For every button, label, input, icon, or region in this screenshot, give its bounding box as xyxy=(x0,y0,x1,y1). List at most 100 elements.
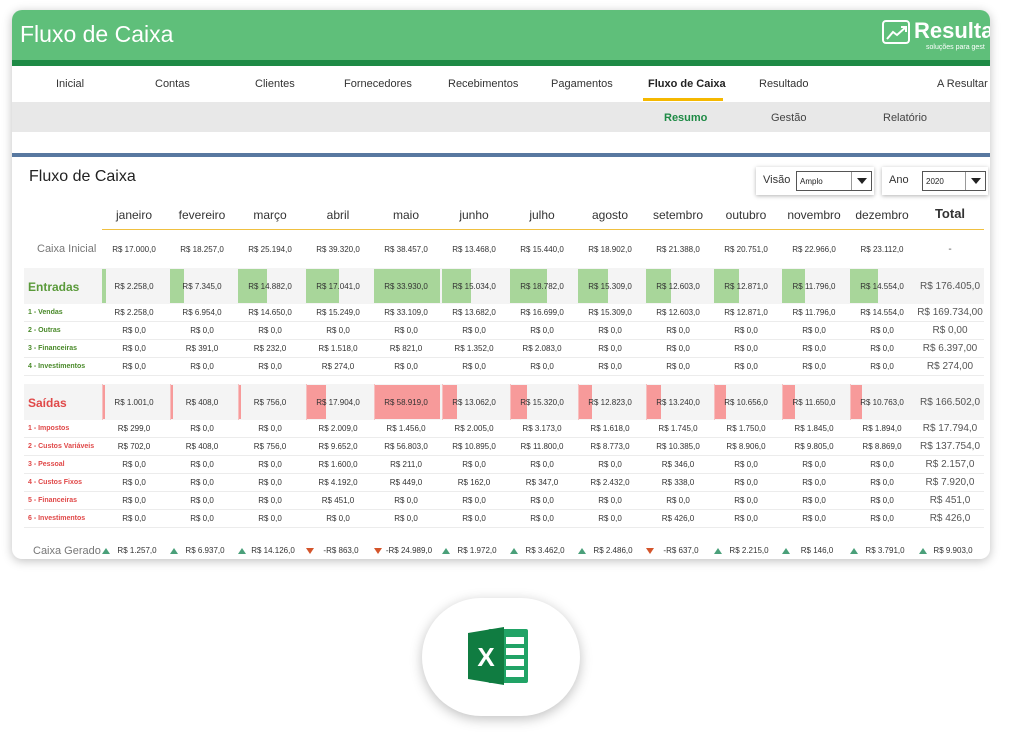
saidas-row-cell: R$ 0,0 xyxy=(802,460,826,469)
app-window: Fluxo de Caixa Resulta soluções para ges… xyxy=(12,10,990,559)
saidas-row-cell: R$ 0,0 xyxy=(258,496,282,505)
visao-label: Visão xyxy=(763,174,791,186)
nav-clientes[interactable]: Clientes xyxy=(255,78,295,90)
entradas-total: R$ 176.405,0 xyxy=(919,281,981,292)
nav-resultado[interactable]: Resultado xyxy=(759,78,809,90)
saidas-row-cell: R$ 1.750,0 xyxy=(726,424,766,433)
visao-select[interactable]: Amplo xyxy=(796,171,872,191)
caixa-inicial-label: Caixa Inicial xyxy=(37,243,97,255)
ano-select[interactable]: 2020 xyxy=(922,171,986,191)
saidas-row-cell: R$ 9.652,0 xyxy=(318,442,358,451)
saidas-value: R$ 17.904,0 xyxy=(316,398,360,407)
saidas-row-total: R$ 2.157,0 xyxy=(925,459,975,470)
main-nav: Inicial Contas Clientes Fornecedores Recebim… xyxy=(12,66,990,102)
entradas-row-cell: R$ 0,0 xyxy=(802,344,826,353)
saidas-row-cell: R$ 347,0 xyxy=(525,478,559,487)
entradas-row-cell: R$ 0,0 xyxy=(258,362,282,371)
saidas-value: R$ 756,0 xyxy=(253,398,287,407)
saidas-value: R$ 1.001,0 xyxy=(114,398,154,407)
app-title: Fluxo de Caixa xyxy=(20,21,174,47)
saidas-row-cell: R$ 0,0 xyxy=(122,496,146,505)
saidas-row-label: 2 - Custos Variáveis xyxy=(28,443,95,450)
saidas-value: R$ 12.823,0 xyxy=(588,398,632,407)
caixa-inicial-cell: R$ 22.966,0 xyxy=(792,245,836,254)
entradas-row-cell: R$ 15.249,0 xyxy=(316,308,360,317)
saidas-row-cell: R$ 338,0 xyxy=(661,478,695,487)
entradas-value: R$ 14.554,0 xyxy=(860,282,904,291)
sub-nav: Resumo Gestão Relatório xyxy=(12,102,990,132)
section-divider xyxy=(12,153,990,157)
month-header-junho: junho xyxy=(459,208,489,222)
month-header-outubro: outubro xyxy=(725,208,767,222)
chevron-down-icon[interactable] xyxy=(851,172,871,190)
subnav-relatorio[interactable]: Relatório xyxy=(883,112,927,124)
nav-inicial[interactable]: Inicial xyxy=(56,78,84,90)
entradas-row-label: 2 - Outras xyxy=(28,327,61,334)
saidas-row-cell: R$ 0,0 xyxy=(870,514,894,523)
entradas-value: R$ 17.041,0 xyxy=(316,282,360,291)
saidas-row-cell: R$ 0,0 xyxy=(530,496,554,505)
saidas-row-cell: R$ 0,0 xyxy=(666,496,690,505)
saidas-row-cell: R$ 0,0 xyxy=(734,478,758,487)
saidas-total: R$ 166.502,0 xyxy=(919,397,981,408)
saidas-row-cell: R$ 0,0 xyxy=(190,496,214,505)
month-header-maio: maio xyxy=(392,208,419,222)
saidas-row-cell: R$ 3.173,0 xyxy=(522,424,562,433)
nav-fornecedores[interactable]: Fornecedores xyxy=(344,78,412,90)
entradas-row-cell: R$ 0,0 xyxy=(122,344,146,353)
caixa-inicial-total: - xyxy=(948,244,952,255)
entradas-row-cell: R$ 0,0 xyxy=(190,326,214,335)
subnav-resumo[interactable]: Resumo xyxy=(664,112,707,124)
entradas-value: R$ 15.309,0 xyxy=(588,282,632,291)
entradas-row-cell: R$ 1.518,0 xyxy=(318,344,358,353)
entradas-row-cell: R$ 0,0 xyxy=(326,326,350,335)
saidas-row-cell: R$ 2.432,0 xyxy=(590,478,630,487)
saidas-value: R$ 13.062,0 xyxy=(452,398,496,407)
nav-active-indicator xyxy=(643,98,723,101)
saidas-row-cell: R$ 10.895,0 xyxy=(452,442,496,451)
saidas-row-cell: R$ 0,0 xyxy=(394,496,418,505)
entradas-row-label: 4 - Investimentos xyxy=(28,363,86,370)
saidas-row-cell: R$ 346,0 xyxy=(661,460,695,469)
entradas-value: R$ 12.871,0 xyxy=(724,282,768,291)
resulta-logo-icon xyxy=(882,20,910,44)
nav-contas[interactable]: Contas xyxy=(155,78,190,90)
entradas-row-cell: R$ 15.309,0 xyxy=(588,308,632,317)
month-header-dezembro: dezembro xyxy=(855,208,909,222)
entradas-value: R$ 12.603,0 xyxy=(656,282,700,291)
entradas-row-cell: R$ 0,0 xyxy=(394,362,418,371)
total-header: Total xyxy=(934,206,966,221)
row-divider xyxy=(24,339,984,340)
entradas-row-cell: R$ 0,0 xyxy=(598,362,622,371)
entradas-row-cell: R$ 12.603,0 xyxy=(656,308,700,317)
nav-recebimentos[interactable]: Recebimentos xyxy=(448,78,518,90)
nav-a-resultar[interactable]: A Resultar xyxy=(937,78,988,90)
subnav-gestao[interactable]: Gestão xyxy=(771,112,806,124)
chevron-down-icon[interactable] xyxy=(965,172,985,190)
caixa-inicial-cell: R$ 39.320,0 xyxy=(316,245,360,254)
header-rule xyxy=(102,229,984,230)
entradas-row-cell: R$ 14.554,0 xyxy=(860,308,904,317)
saidas-row-cell: R$ 2.005,0 xyxy=(454,424,494,433)
visao-value: Amplo xyxy=(800,177,823,186)
saidas-value: R$ 15.320,0 xyxy=(520,398,564,407)
caixa-inicial-cell: R$ 18.257,0 xyxy=(180,245,224,254)
caixa-gerado-cell: -R$ 637,0 xyxy=(663,546,699,555)
nav-pagamentos[interactable]: Pagamentos xyxy=(551,78,613,90)
saidas-value: R$ 10.656,0 xyxy=(724,398,768,407)
caixa-inicial-cell: R$ 20.751,0 xyxy=(724,245,768,254)
entradas-row-total: R$ 6.397,00 xyxy=(922,343,978,354)
excel-badge: X xyxy=(422,598,580,716)
entradas-row-cell: R$ 0,0 xyxy=(734,326,758,335)
nav-fluxo-de-caixa[interactable]: Fluxo de Caixa xyxy=(648,78,726,90)
saidas-row-cell: R$ 1.618,0 xyxy=(590,424,630,433)
saidas-label: Saídas xyxy=(28,396,67,410)
entradas-row-cell: R$ 0,0 xyxy=(462,362,486,371)
row-divider xyxy=(24,509,984,510)
saidas-row-cell: R$ 211,0 xyxy=(390,460,422,469)
entradas-row-cell: R$ 0,0 xyxy=(530,326,554,335)
caixa-gerado-cell: R$ 1.257,0 xyxy=(117,546,157,555)
saidas-row-total: R$ 137.754,0 xyxy=(919,441,981,452)
saidas-row-cell: R$ 0,0 xyxy=(734,514,758,523)
saidas-row-cell: R$ 0,0 xyxy=(326,514,350,523)
